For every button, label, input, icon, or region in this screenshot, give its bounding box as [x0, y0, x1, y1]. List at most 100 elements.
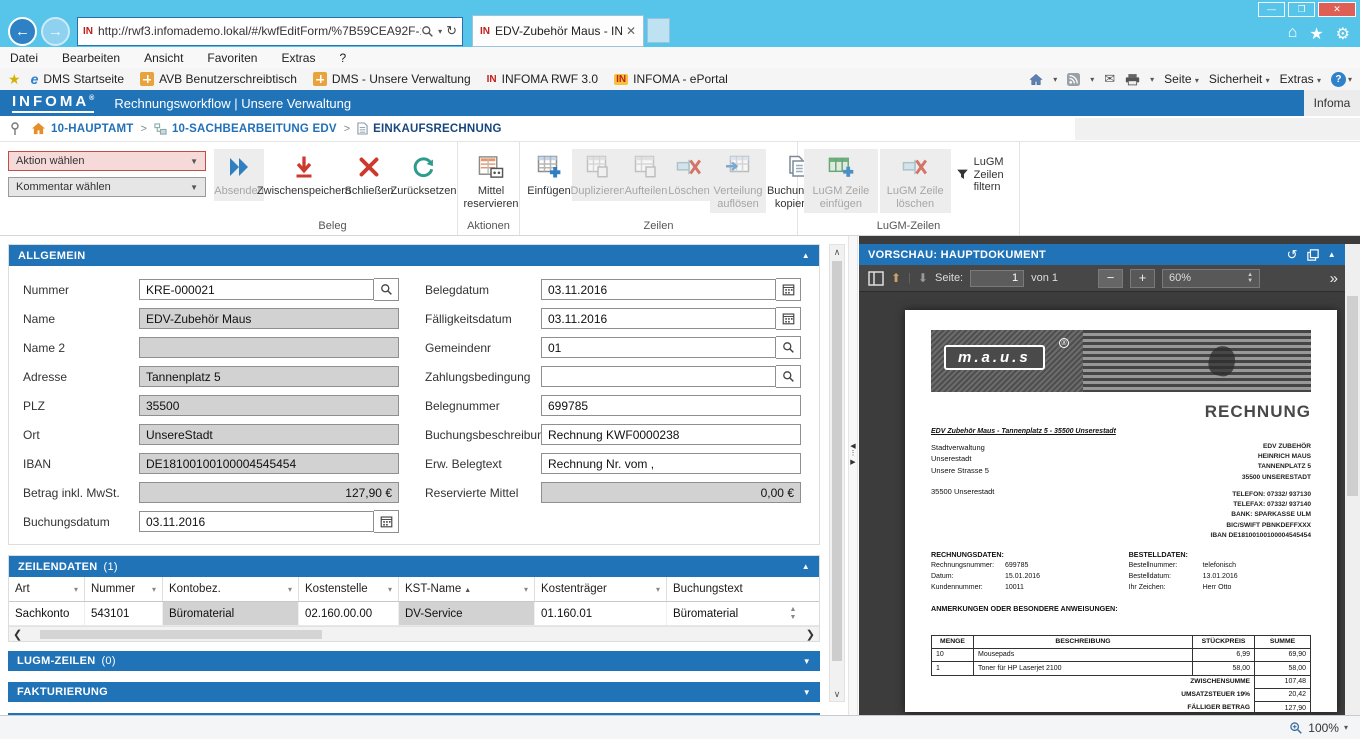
action-select[interactable]: Aktion wählen ▼: [8, 151, 206, 171]
settings-gear-icon[interactable]: ⚙: [1336, 24, 1350, 44]
zwischenspeichern-button[interactable]: Zwischenspeichern: [266, 149, 342, 201]
menu-extras[interactable]: Extras: [281, 51, 315, 65]
breadcrumb-einkaufsrechnung[interactable]: EINKAUFSRECHNUNG: [373, 123, 501, 135]
section-header-allgemein[interactable]: ALLGEMEIN ▲: [9, 245, 819, 266]
erw-belegtext-input[interactable]: Rechnung Nr. vom ,: [541, 453, 801, 474]
preview-scrollbar[interactable]: [1345, 244, 1360, 715]
col-header-kostenstelle[interactable]: Kostenstelle▾: [299, 577, 399, 601]
comment-select[interactable]: Kommentar wählen ▼: [8, 177, 206, 197]
scroll-down-icon[interactable]: ∨: [830, 687, 844, 701]
popout-icon[interactable]: [1307, 249, 1319, 261]
nummer-input[interactable]: KRE-000021: [139, 279, 374, 300]
faelligkeitsdatum-input[interactable]: 03.11.2016: [541, 308, 776, 329]
nummer-lookup-button[interactable]: [374, 278, 399, 301]
cell-art[interactable]: Sachkonto: [9, 602, 85, 625]
gemeindenr-input[interactable]: 01: [541, 337, 776, 358]
favorites-star-icon[interactable]: ★: [1309, 24, 1323, 44]
collapse-arrow-icon[interactable]: ▲: [802, 562, 810, 571]
next-page-icon[interactable]: ⬇: [918, 271, 928, 285]
scroll-right-icon[interactable]: ❯: [806, 628, 815, 641]
belegdatum-calendar-button[interactable]: [776, 278, 801, 301]
tab-close-icon[interactable]: ✕: [626, 24, 636, 38]
cell-nummer[interactable]: 543101: [85, 602, 163, 625]
browser-zoom-level[interactable]: 100%: [1308, 721, 1339, 735]
duplizieren-button[interactable]: Duplizieren: [572, 149, 624, 201]
einfuegen-button[interactable]: Einfügen: [526, 149, 572, 201]
faelligkeitsdatum-calendar-button[interactable]: [776, 307, 801, 330]
menu-datei[interactable]: Datei: [10, 51, 38, 65]
splitter-collapse-handles[interactable]: ◀ ⋮ ▶: [849, 442, 857, 466]
cell-kostenstelle[interactable]: 02.160.00.00: [299, 602, 399, 625]
forward-button[interactable]: →: [41, 17, 70, 46]
favorite-dms-startseite[interactable]: e DMS Startseite: [31, 71, 125, 87]
expand-arrow-icon[interactable]: ▼: [803, 657, 811, 666]
panel-splitter[interactable]: ◀ ⋮ ▶: [848, 236, 858, 715]
verteilung-aufloesen-button[interactable]: Verteilung auflösen: [710, 149, 766, 213]
section-header-fakturierung[interactable]: FAKTURIERUNG ▼: [8, 682, 820, 702]
gemeindenr-lookup-button[interactable]: [776, 336, 801, 359]
print-dropdown-icon[interactable]: ▾: [1150, 75, 1154, 84]
rss-dropdown-icon[interactable]: ▾: [1090, 75, 1094, 84]
printer-icon[interactable]: [1125, 73, 1140, 86]
pin-icon[interactable]: [10, 122, 20, 136]
buchungsbeschreibung-input[interactable]: Rechnung KWF0000238: [541, 424, 801, 445]
section-header-zeilendaten[interactable]: ZEILENDATEN (1) ▲: [9, 556, 819, 577]
form-vertical-scrollbar[interactable]: ∧ ∨: [829, 244, 845, 702]
col-header-art[interactable]: Art▾: [9, 577, 85, 601]
aufteilen-button[interactable]: Aufteilen: [624, 149, 668, 201]
back-button[interactable]: ←: [8, 17, 37, 46]
zoom-dropdown-icon[interactable]: ▾: [1344, 723, 1348, 732]
user-menu[interactable]: Infoma: [1304, 90, 1360, 116]
zoom-level-select[interactable]: 60% ▲▼: [1162, 269, 1260, 288]
rss-icon[interactable]: [1067, 73, 1080, 86]
scrollbar-thumb[interactable]: [832, 261, 842, 661]
loeschen-button[interactable]: Löschen: [668, 149, 710, 201]
section-header-lugm-zeilen[interactable]: LUGM-ZEILEN (0) ▼: [8, 651, 820, 671]
zahlungsbedingung-lookup-button[interactable]: [776, 365, 801, 388]
previous-page-icon[interactable]: ⬆: [891, 271, 901, 285]
zoom-out-button[interactable]: −: [1098, 269, 1123, 288]
refresh-preview-icon[interactable]: ↺: [1287, 247, 1298, 263]
menu-favoriten[interactable]: Favoriten: [207, 51, 257, 65]
zoom-in-button[interactable]: +: [1130, 269, 1155, 288]
cmd-sicherheit[interactable]: Sicherheit ▾: [1209, 72, 1270, 86]
col-header-nummer[interactable]: Nummer▾: [85, 577, 163, 601]
belegdatum-input[interactable]: 03.11.2016: [541, 279, 776, 300]
favorite-infoma-eportal[interactable]: IN INFOMA - ePortal: [614, 72, 728, 86]
collapse-left-icon[interactable]: ◀: [850, 442, 855, 450]
home-icon[interactable]: ⌂: [1288, 24, 1298, 44]
scrollbar-thumb[interactable]: [1347, 296, 1358, 496]
minimize-button[interactable]: —: [1258, 2, 1285, 17]
breadcrumb-hauptamt[interactable]: 10-HAUPTAMT: [51, 123, 134, 135]
restore-button[interactable]: ❐: [1288, 2, 1315, 17]
cmd-seite[interactable]: Seite ▾: [1164, 72, 1199, 86]
favorite-infoma-rwf[interactable]: IN INFOMA RWF 3.0: [487, 72, 598, 86]
cmd-extras[interactable]: Extras ▾: [1280, 72, 1321, 86]
home-dropdown-icon[interactable]: ▾: [1053, 75, 1057, 84]
scrollbar-thumb[interactable]: [40, 630, 322, 639]
collapse-arrow-icon[interactable]: ▲: [1328, 250, 1336, 259]
favorite-dms-verwaltung[interactable]: DMS - Unsere Verwaltung: [313, 72, 471, 86]
schliessen-button[interactable]: Schließen: [344, 149, 394, 201]
zuruecksetzen-button[interactable]: Zurücksetzen: [396, 149, 451, 201]
lugm-zeile-einfuegen-button[interactable]: LuGM Zeile einfügen: [804, 149, 878, 213]
sidebar-toggle-icon[interactable]: [868, 271, 884, 286]
zahlungsbedingung-input[interactable]: [541, 366, 776, 387]
breadcrumb-sachbearbeitung[interactable]: 10-SACHBEARBEITUNG EDV: [172, 123, 337, 135]
expand-tools-icon[interactable]: »: [1330, 270, 1336, 287]
add-favorite-star-icon[interactable]: ★: [8, 71, 21, 88]
scroll-up-icon[interactable]: ∧: [830, 245, 844, 259]
lugm-zeile-loeschen-button[interactable]: LuGM Zeile löschen: [880, 149, 951, 213]
horizontal-scrollbar[interactable]: ❮ ❯: [9, 626, 819, 641]
collapse-right-icon[interactable]: ▶: [850, 458, 855, 466]
table-row[interactable]: Sachkonto 543101 Büromaterial 02.160.00.…: [9, 602, 819, 626]
new-tab-button[interactable]: [647, 18, 670, 43]
cell-kostentraeger[interactable]: 01.160.01: [535, 602, 667, 625]
cell-buchungstext[interactable]: Büromaterial: [667, 602, 785, 625]
page-number-input[interactable]: 1: [970, 270, 1024, 287]
preview-header[interactable]: VORSCHAU: HAUPTDOKUMENT ↺ ▲: [859, 244, 1345, 265]
close-button[interactable]: ✕: [1318, 2, 1356, 17]
collapse-arrow-icon[interactable]: ▲: [802, 251, 810, 260]
mittel-reservieren-button[interactable]: Mittel reservieren: [464, 149, 518, 213]
expand-arrow-icon[interactable]: ▼: [803, 688, 811, 697]
